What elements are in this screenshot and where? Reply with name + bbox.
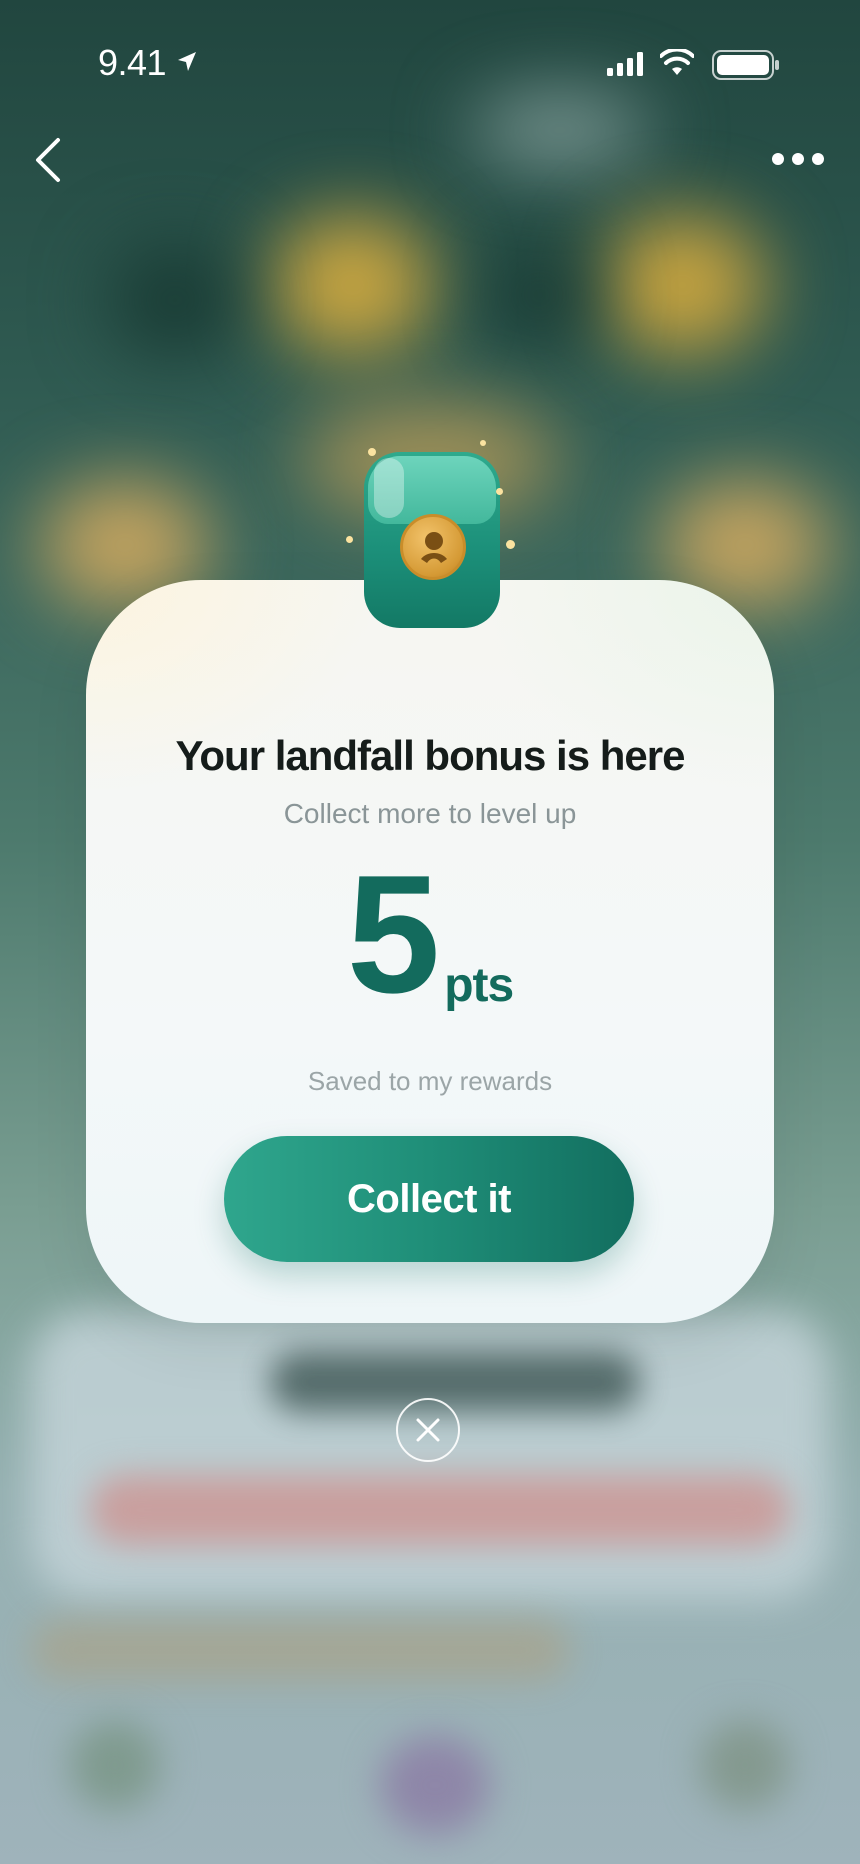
back-button[interactable] <box>24 130 74 190</box>
bg-blur-shape <box>600 215 765 355</box>
bg-blur-shape <box>270 1352 640 1412</box>
sparkle-dot <box>496 488 503 495</box>
sparkle-dot <box>346 536 353 543</box>
more-dots-icon <box>772 153 824 165</box>
collect-button[interactable]: Collect it <box>224 1136 634 1262</box>
cellular-signal-icon <box>607 52 643 76</box>
coin-emblem-icon <box>421 532 447 563</box>
saved-note: Saved to my rewards <box>307 1066 553 1096</box>
modal-subtitle: Collect more to level up <box>283 798 577 829</box>
modal-title: Your landfall bonus is here <box>175 732 686 779</box>
points-display: 5 pts <box>86 850 774 1018</box>
wifi-icon <box>660 49 694 75</box>
battery-icon <box>712 50 779 80</box>
points-unit: pts <box>444 959 514 1012</box>
points-value: 5 <box>346 840 440 1028</box>
wallet-shine <box>374 458 404 518</box>
chevron-left-icon <box>36 138 60 182</box>
wallet-coin-icon <box>364 452 500 628</box>
sparkle-dot <box>506 540 515 549</box>
bg-blur-shape <box>270 215 435 355</box>
bg-blur-shape <box>485 245 595 345</box>
bg-blur-shape <box>470 95 650 165</box>
close-button[interactable] <box>396 1398 460 1462</box>
coin-icon <box>400 514 466 580</box>
status-time: 9.41 <box>98 42 167 83</box>
bg-blur-shape <box>70 1720 160 1810</box>
bg-blur-shape <box>380 1735 490 1835</box>
bg-blur-shape <box>110 245 240 355</box>
sparkle-dot <box>480 440 486 446</box>
bg-blur-shape <box>90 1475 790 1545</box>
sparkle-dot <box>368 448 376 456</box>
bg-blur-shape <box>700 1720 790 1810</box>
location-arrow-icon <box>178 52 196 71</box>
more-options-button[interactable] <box>768 140 828 180</box>
bg-blur-shape <box>30 1620 570 1680</box>
close-icon <box>416 1418 440 1442</box>
